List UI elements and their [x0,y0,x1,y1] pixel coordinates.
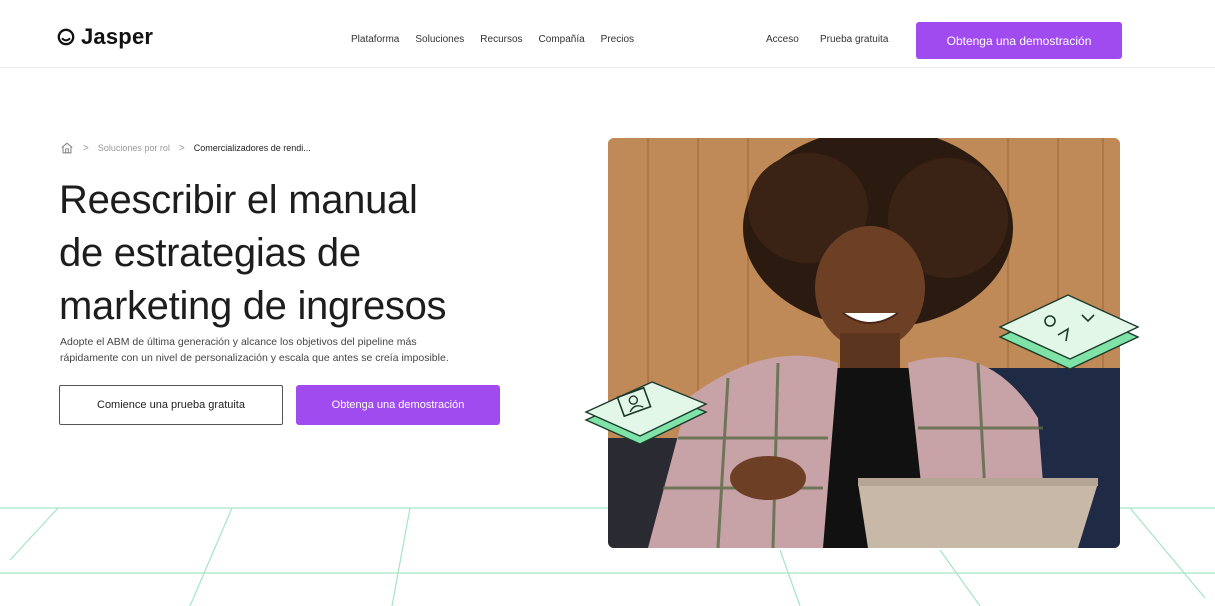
top-navigation-bar: Jasper Plataforma Soluciones Recursos Co… [0,0,1215,68]
logo-text: Jasper [81,24,154,49]
free-trial-link[interactable]: Prueba gratuita [820,34,888,45]
data-card-icon [998,294,1140,370]
hero-subtitle: Adopte el ABM de última generación y alc… [60,334,580,366]
breadcrumb-current: Comercializadores de rendi... [193,143,311,153]
breadcrumb-separator: > [178,142,185,154]
jasper-logo-icon [57,28,75,46]
breadcrumb-separator: > [83,142,89,154]
nav-item-precios[interactable]: Precios [601,34,634,45]
title-line-3: marketing de ingresos [59,284,447,328]
main-nav: Plataforma Soluciones Recursos Compañía … [351,34,634,45]
breadcrumb: > Soluciones por rol > Comercializadores… [60,141,311,155]
subtitle-line-2: rápidamente con un nivel de personalizac… [60,352,449,364]
request-demo-button[interactable]: Obtenga una demostración [916,22,1122,59]
title-line-1: Reescribir el manual [59,178,418,222]
jasper-logo[interactable]: Jasper [57,26,153,48]
nav-item-recursos[interactable]: Recursos [480,34,522,45]
start-free-trial-button[interactable]: Comience una prueba gratuita [59,385,283,425]
nav-item-compania[interactable]: Compañía [539,34,585,45]
home-icon[interactable] [60,141,74,155]
page-title: Reescribir el manual de estrategias de m… [59,174,579,333]
nav-item-plataforma[interactable]: Plataforma [351,34,399,45]
title-line-2: de estrategias de [59,231,361,275]
get-demo-button[interactable]: Obtenga una demostración [296,385,500,425]
profile-card-icon [584,381,708,445]
breadcrumb-link-soluciones-por-rol[interactable]: Soluciones por rol [98,143,170,153]
nav-item-soluciones[interactable]: Soluciones [415,34,464,45]
subtitle-line-1: Adopte el ABM de última generación y alc… [60,336,417,348]
login-link[interactable]: Acceso [766,34,799,45]
